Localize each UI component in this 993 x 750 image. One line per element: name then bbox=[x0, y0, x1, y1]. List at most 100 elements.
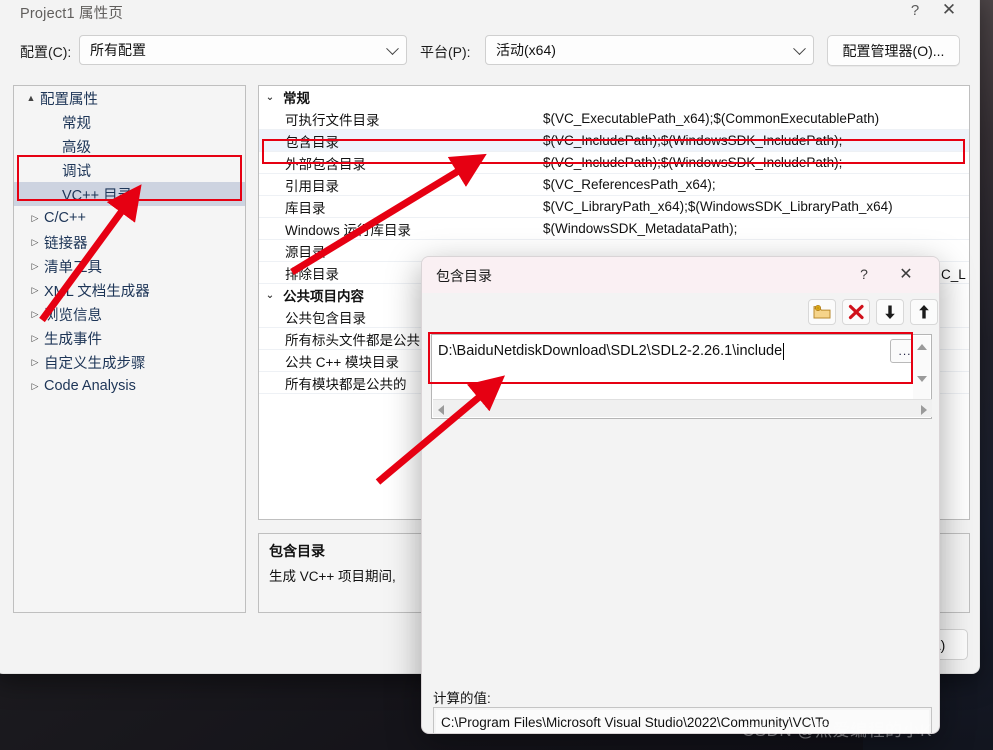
grid-row-value[interactable]: $(VC_IncludePath);$(WindowsSDK_IncludePa… bbox=[543, 155, 969, 170]
tree-item[interactable]: ▷ 生成事件 bbox=[14, 326, 245, 350]
tree-item-label: C/C++ bbox=[44, 210, 86, 226]
tree-item[interactable]: ▷ C/C++ bbox=[14, 206, 245, 230]
grid-row[interactable]: 可执行文件目录 $(VC_ExecutablePath_x64);$(Common… bbox=[259, 108, 969, 130]
chevron-down-icon bbox=[386, 42, 399, 56]
configuration-bar: 配置(C): 所有配置 平台(P): 活动(x64) 配置管理器(O)... bbox=[0, 33, 979, 75]
scroll-up-icon[interactable] bbox=[917, 344, 927, 350]
tree-item-label: 链接器 bbox=[44, 235, 88, 252]
tree-item-label: Code Analysis bbox=[44, 378, 136, 394]
tree-item-label: 浏览信息 bbox=[44, 307, 102, 324]
move-up-button[interactable] bbox=[910, 299, 938, 325]
platform-select-value: 活动(x64) bbox=[496, 42, 556, 58]
collapsed-arrow-icon[interactable]: ▷ bbox=[26, 309, 44, 320]
grid-row-name: Windows 运行库目录 bbox=[285, 222, 412, 238]
delete-icon bbox=[848, 304, 864, 320]
configuration-manager-button[interactable]: 配置管理器(O)... bbox=[827, 35, 960, 66]
configuration-select[interactable]: 所有配置 bbox=[79, 35, 407, 65]
grid-row-value[interactable]: $(VC_ReferencesPath_x64); bbox=[543, 177, 969, 192]
collapsed-arrow-icon[interactable]: ▷ bbox=[26, 285, 44, 296]
configuration-tree[interactable]: ▲ 配置属性 常规 高级 调试 VC++ 目录 ▷ C/C++ ▷ 链接器 ▷ 清单工具 ▷ XML 文档… bbox=[13, 85, 246, 613]
include-directories-dialog: 包含目录 ? ✕ D:\BaiduNetdiskDownload\SDL2\SD… bbox=[421, 256, 940, 734]
move-down-icon bbox=[885, 305, 895, 319]
delete-button[interactable] bbox=[842, 299, 870, 325]
collapsed-arrow-icon[interactable]: ▷ bbox=[26, 213, 44, 224]
platform-select[interactable]: 活动(x64) bbox=[485, 35, 814, 65]
tree-item[interactable]: ▷ 自定义生成步骤 bbox=[14, 350, 245, 374]
tree-item[interactable]: ▷ XML 文档生成器 bbox=[14, 278, 245, 302]
tree-item[interactable]: 调试 bbox=[14, 158, 245, 182]
tree-item-label: 生成事件 bbox=[44, 331, 102, 348]
grid-row-name: 库目录 bbox=[285, 200, 326, 216]
tree-item[interactable]: ▷ 清单工具 bbox=[14, 254, 245, 278]
collapsed-arrow-icon[interactable]: ▷ bbox=[26, 261, 44, 272]
tree-item-label: 调试 bbox=[62, 163, 91, 180]
tree-item-label: 自定义生成步骤 bbox=[44, 355, 146, 372]
grid-row-name: 引用目录 bbox=[285, 178, 339, 194]
grid-row-value[interactable]: $(WindowsSDK_MetadataPath); bbox=[543, 221, 969, 236]
tree-item-label: 高级 bbox=[62, 139, 91, 156]
move-down-button[interactable] bbox=[876, 299, 904, 325]
scroll-down-icon[interactable] bbox=[917, 376, 927, 382]
grid-category-label: 常规 bbox=[283, 91, 310, 106]
platform-label: 平台(P): bbox=[420, 44, 471, 60]
grid-category-label: 公共项目内容 bbox=[283, 289, 364, 304]
grid-row[interactable]: 库目录 $(VC_LibraryPath_x64);$(WindowsSDK_Li… bbox=[259, 196, 969, 218]
chevron-down-icon[interactable]: ⌄ bbox=[259, 92, 281, 103]
grid-clipped-value: C_L bbox=[941, 267, 966, 282]
page-title: Project1 属性页 bbox=[20, 6, 124, 22]
dialog-help-button[interactable]: ? bbox=[843, 258, 885, 290]
grid-row-name: 包含目录 bbox=[285, 134, 339, 150]
text-caret bbox=[783, 342, 785, 360]
tree-item-label: 常规 bbox=[62, 115, 91, 132]
grid-row-name: 外部包含目录 bbox=[285, 156, 366, 172]
configuration-label: 配置(C): bbox=[20, 44, 72, 60]
collapsed-arrow-icon[interactable]: ▷ bbox=[26, 333, 44, 344]
tree-item[interactable]: 常规 bbox=[14, 110, 245, 134]
grid-row[interactable]: 外部包含目录 $(VC_IncludePath);$(WindowsSDK_Inc… bbox=[259, 152, 969, 174]
scroll-right-icon[interactable] bbox=[921, 405, 927, 415]
grid-row-name: 可执行文件目录 bbox=[285, 112, 380, 128]
tree-item[interactable]: ▷ 链接器 bbox=[14, 230, 245, 254]
window-titlebar: Project1 属性页 ? ✕ bbox=[0, 0, 979, 33]
collapsed-arrow-icon[interactable]: ▷ bbox=[26, 381, 44, 392]
collapsed-arrow-icon[interactable]: ▷ bbox=[26, 237, 44, 248]
move-up-icon bbox=[919, 305, 929, 319]
directory-entry-value[interactable]: D:\BaiduNetdiskDownload\SDL2\SDL2-2.26.1… bbox=[433, 343, 782, 359]
dialog-close-icon[interactable]: ✕ bbox=[885, 258, 927, 290]
tree-item-label: 清单工具 bbox=[44, 259, 102, 276]
collapsed-arrow-icon[interactable]: ▷ bbox=[26, 357, 44, 368]
tree-item[interactable]: ▷ Code Analysis bbox=[14, 374, 245, 398]
tree-item-label: 配置属性 bbox=[40, 91, 98, 108]
directory-entry-row[interactable]: D:\BaiduNetdiskDownload\SDL2\SDL2-2.26.1… bbox=[433, 336, 888, 366]
tree-item[interactable]: 高级 bbox=[14, 134, 245, 158]
grid-row[interactable]: Windows 运行库目录 $(WindowsSDK_MetadataPath); bbox=[259, 218, 969, 240]
tree-item-label: VC++ 目录 bbox=[62, 187, 133, 204]
watermark: CSDN @热爱编程的小K bbox=[742, 721, 932, 740]
grid-row-value[interactable]: $(VC_ExecutablePath_x64);$(CommonExecuta… bbox=[543, 111, 969, 126]
tree-item[interactable]: ▷ 浏览信息 bbox=[14, 302, 245, 326]
close-icon[interactable]: ✕ bbox=[926, 0, 972, 27]
chevron-down-icon bbox=[793, 42, 806, 56]
dialog-title: 包含目录 bbox=[436, 268, 492, 284]
grid-row-value[interactable]: $(VC_LibraryPath_x64);$(WindowsSDK_Libra… bbox=[543, 199, 969, 214]
dialog-titlebar: 包含目录 ? ✕ bbox=[422, 257, 939, 293]
chevron-down-icon[interactable]: ⌄ bbox=[259, 290, 281, 301]
configuration-select-value: 所有配置 bbox=[90, 42, 146, 58]
screen-root: Project1 属性页 ? ✕ 配置(C): 所有配置 平台(P): 活动(x… bbox=[0, 0, 993, 750]
grid-row[interactable]: 引用目录 $(VC_ReferencesPath_x64); bbox=[259, 174, 969, 196]
grid-row-value[interactable]: $(VC_IncludePath);$(WindowsSDK_IncludePa… bbox=[543, 133, 969, 148]
expanded-arrow-icon[interactable]: ▲ bbox=[22, 93, 40, 103]
new-folder-button[interactable] bbox=[808, 299, 836, 325]
tree-item[interactable]: ▲ 配置属性 bbox=[14, 86, 245, 110]
dialog-toolbar bbox=[422, 299, 939, 329]
list-horizontal-scrollbar[interactable] bbox=[433, 399, 932, 417]
scroll-left-icon[interactable] bbox=[438, 405, 444, 415]
evaluated-value-label: 计算的值: bbox=[433, 691, 491, 706]
directory-list[interactable]: D:\BaiduNetdiskDownload\SDL2\SDL2-2.26.1… bbox=[431, 334, 932, 419]
list-vertical-scrollbar[interactable] bbox=[913, 336, 930, 400]
grid-row[interactable]: 包含目录 $(VC_IncludePath);$(WindowsSDK_Inclu… bbox=[259, 130, 969, 152]
new-folder-icon bbox=[813, 305, 831, 319]
tree-item-label: XML 文档生成器 bbox=[44, 283, 150, 300]
tree-item[interactable]: VC++ 目录 bbox=[14, 182, 245, 206]
grid-category-row[interactable]: ⌄ 常规 bbox=[259, 86, 969, 108]
